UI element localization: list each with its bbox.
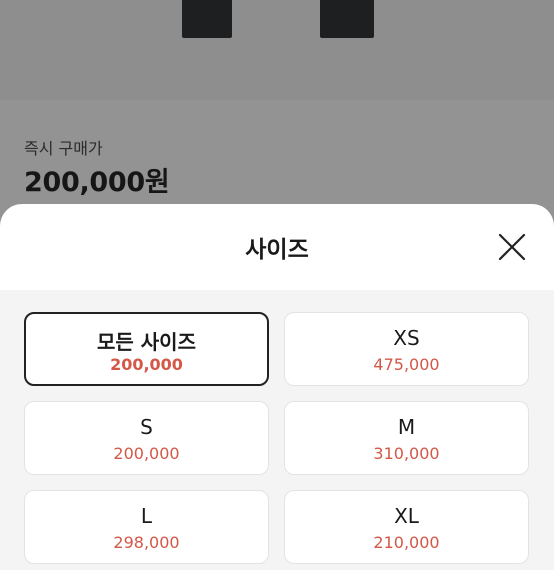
size-option-price: 310,000 (373, 444, 440, 463)
size-option-price: 200,000 (110, 355, 183, 374)
size-option-name: L (140, 504, 153, 528)
product-image-left-leg (182, 0, 232, 38)
sheet-header: 사이즈 (0, 204, 554, 290)
instant-buy-label: 즉시 구매가 (24, 139, 103, 158)
size-option-s[interactable]: S 200,000 (24, 401, 269, 475)
product-image (0, 0, 554, 100)
size-option-name: XS (393, 326, 420, 350)
size-option-price: 298,000 (113, 533, 180, 552)
size-option-price: 200,000 (113, 444, 180, 463)
size-option-price: 210,000 (373, 533, 440, 552)
size-option-name: S (140, 415, 153, 439)
sheet-title: 사이즈 (245, 237, 309, 263)
instant-buy-price: 200,000원 (24, 167, 170, 198)
close-icon (498, 233, 526, 261)
size-option-m[interactable]: M 310,000 (284, 401, 529, 475)
size-option-l[interactable]: L 298,000 (24, 490, 269, 564)
size-option-name: 모든 사이즈 (97, 330, 196, 354)
size-option-xs[interactable]: XS 475,000 (284, 312, 529, 386)
size-option-name: M (397, 415, 416, 439)
size-option-all[interactable]: 모든 사이즈 200,000 (24, 312, 269, 386)
size-option-xl[interactable]: XL 210,000 (284, 490, 529, 564)
size-option-name: XL (394, 504, 419, 528)
product-image-right-leg (320, 0, 374, 38)
size-option-price: 475,000 (373, 355, 440, 374)
size-bottom-sheet: 사이즈 모든 사이즈 200,000 XS 475,000 S 200,000 … (0, 204, 554, 570)
size-grid: 모든 사이즈 200,000 XS 475,000 S 200,000 M 31… (0, 290, 554, 570)
close-button[interactable] (494, 229, 530, 265)
